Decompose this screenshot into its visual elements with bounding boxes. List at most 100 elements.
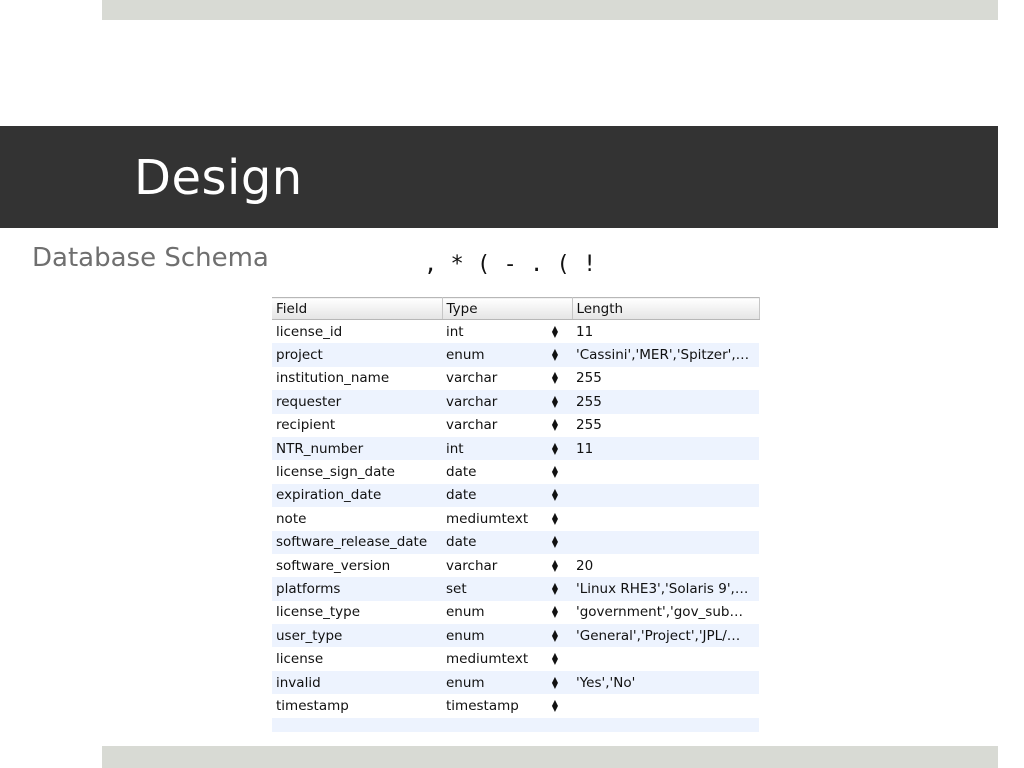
field-name-cell[interactable]: requester [272, 390, 442, 414]
field-name-cell[interactable]: recipient [272, 413, 442, 437]
type-stepper-cell[interactable]: ▲ ▼ [548, 507, 573, 531]
table-row[interactable]: user_type enum ▲ ▼ 'General','Project','JPL/… [272, 624, 760, 648]
type-stepper-cell[interactable]: ▲ ▼ [548, 553, 573, 578]
field-name-cell[interactable]: institution_name [272, 366, 442, 391]
up-down-arrows-icon[interactable]: ▲ ▼ [550, 652, 560, 666]
field-name-cell[interactable]: expiration_date [272, 483, 442, 508]
up-down-arrows-icon[interactable]: ▲ ▼ [550, 698, 560, 712]
table-row[interactable]: software_release_date date ▲ ▼ [272, 530, 760, 554]
field-length-cell[interactable] [572, 530, 760, 554]
field-name-cell[interactable]: software_release_date [272, 530, 442, 554]
table-row[interactable]: platforms set ▲ ▼ 'Linux RHE3','Solaris 9',… [272, 577, 760, 601]
table-row[interactable]: license mediumtext ▲ ▼ [272, 647, 760, 671]
up-down-arrows-icon[interactable]: ▲ ▼ [550, 581, 560, 595]
field-length-cell[interactable]: 'Linux RHE3','Solaris 9',… [572, 577, 760, 601]
field-length-cell[interactable]: 'Cassini','MER','Spitzer',… [572, 343, 760, 367]
type-stepper-cell[interactable]: ▲ ▼ [548, 390, 573, 414]
field-type-cell[interactable]: varchar [442, 390, 548, 414]
table-row[interactable]: license_sign_date date ▲ ▼ [272, 460, 760, 484]
field-type-cell[interactable]: enum [442, 670, 548, 695]
up-down-arrows-icon[interactable]: ▲ ▼ [550, 418, 560, 432]
field-length-cell[interactable]: 'Yes','No' [572, 670, 760, 695]
table-row[interactable]: requester varchar ▲ ▼ 255 [272, 390, 760, 414]
type-stepper-cell[interactable]: ▲ ▼ [548, 670, 573, 695]
up-down-arrows-icon[interactable]: ▲ ▼ [550, 628, 560, 642]
column-header-length[interactable]: Length [572, 297, 760, 320]
table-row[interactable]: timestamp timestamp ▲ ▼ [272, 694, 760, 718]
up-down-arrows-icon[interactable]: ▲ ▼ [550, 441, 560, 455]
field-length-cell[interactable]: 'General','Project','JPL/… [572, 624, 760, 648]
table-row[interactable]: note mediumtext ▲ ▼ [272, 507, 760, 531]
field-name-cell[interactable]: software_version [272, 553, 442, 578]
type-stepper-cell[interactable]: ▲ ▼ [548, 343, 573, 367]
up-down-arrows-icon[interactable]: ▲ ▼ [550, 511, 560, 525]
type-stepper-cell[interactable]: ▲ ▼ [548, 647, 573, 671]
up-down-arrows-icon[interactable]: ▲ ▼ [550, 371, 560, 385]
type-stepper-cell[interactable]: ▲ ▼ [548, 694, 573, 718]
type-stepper-cell[interactable]: ▲ ▼ [548, 319, 573, 344]
field-name-cell[interactable]: NTR_number [272, 436, 442, 461]
type-stepper-cell[interactable]: ▲ ▼ [548, 436, 573, 461]
field-name-cell[interactable]: note [272, 507, 442, 531]
field-length-cell[interactable]: 255 [572, 390, 760, 414]
type-stepper-cell[interactable]: ▲ ▼ [548, 366, 573, 391]
type-stepper-cell[interactable]: ▲ ▼ [548, 483, 573, 508]
field-type-cell[interactable]: int [442, 319, 548, 344]
field-length-cell[interactable] [572, 694, 760, 718]
up-down-arrows-icon[interactable]: ▲ ▼ [550, 465, 560, 479]
field-type-cell[interactable]: varchar [442, 553, 548, 578]
column-header-field[interactable]: Field [272, 297, 443, 320]
field-length-cell[interactable]: 20 [572, 553, 760, 578]
field-type-cell[interactable]: enum [442, 600, 548, 625]
field-type-cell[interactable]: set [442, 577, 548, 601]
table-row[interactable]: project enum ▲ ▼ 'Cassini','MER','Spitzer',… [272, 343, 760, 367]
field-length-cell[interactable] [572, 460, 760, 484]
field-length-cell[interactable]: 'government','gov_sub… [572, 600, 760, 625]
field-name-cell[interactable]: license_type [272, 600, 442, 625]
field-length-cell[interactable] [572, 647, 760, 671]
table-row[interactable]: recipient varchar ▲ ▼ 255 [272, 413, 760, 437]
field-name-cell[interactable]: project [272, 343, 442, 367]
field-name-cell[interactable]: timestamp [272, 694, 442, 718]
up-down-arrows-icon[interactable]: ▲ ▼ [550, 324, 560, 338]
table-row[interactable]: software_version varchar ▲ ▼ 20 [272, 553, 760, 578]
type-stepper-cell[interactable]: ▲ ▼ [548, 530, 573, 554]
field-name-cell[interactable]: platforms [272, 577, 442, 601]
up-down-arrows-icon[interactable]: ▲ ▼ [550, 535, 560, 549]
up-down-arrows-icon[interactable]: ▲ ▼ [550, 605, 560, 619]
field-type-cell[interactable]: varchar [442, 366, 548, 391]
field-length-cell[interactable]: 255 [572, 413, 760, 437]
field-length-cell[interactable]: 11 [572, 319, 760, 344]
field-type-cell[interactable]: int [442, 436, 548, 461]
field-type-cell[interactable]: enum [442, 343, 548, 367]
field-type-cell[interactable]: date [442, 460, 548, 484]
field-type-cell[interactable]: varchar [442, 413, 548, 437]
field-type-cell[interactable]: timestamp [442, 694, 548, 718]
field-name-cell[interactable]: license_id [272, 319, 442, 344]
up-down-arrows-icon[interactable]: ▲ ▼ [550, 675, 560, 689]
field-type-cell[interactable]: date [442, 530, 548, 554]
field-type-cell[interactable]: enum [442, 624, 548, 648]
field-type-cell[interactable]: mediumtext [442, 507, 548, 531]
type-stepper-cell[interactable]: ▲ ▼ [548, 624, 573, 648]
field-name-cell[interactable]: user_type [272, 624, 442, 648]
table-row[interactable]: institution_name varchar ▲ ▼ 255 [272, 366, 760, 391]
up-down-arrows-icon[interactable]: ▲ ▼ [550, 488, 560, 502]
field-type-cell[interactable]: date [442, 483, 548, 508]
field-length-cell[interactable]: 255 [572, 366, 760, 391]
table-row[interactable]: license_id int ▲ ▼ 11 [272, 319, 760, 344]
type-stepper-cell[interactable]: ▲ ▼ [548, 600, 573, 625]
table-row[interactable]: invalid enum ▲ ▼ 'Yes','No' [272, 670, 760, 695]
type-stepper-cell[interactable]: ▲ ▼ [548, 413, 573, 437]
field-length-cell[interactable] [572, 507, 760, 531]
table-row[interactable]: license_type enum ▲ ▼ 'government','gov_sub… [272, 600, 760, 625]
type-stepper-cell[interactable]: ▲ ▼ [548, 577, 573, 601]
field-length-cell[interactable] [572, 483, 760, 508]
up-down-arrows-icon[interactable]: ▲ ▼ [550, 558, 560, 572]
column-header-type[interactable]: Type [442, 297, 573, 320]
up-down-arrows-icon[interactable]: ▲ ▼ [550, 348, 560, 362]
table-row[interactable]: expiration_date date ▲ ▼ [272, 483, 760, 508]
type-stepper-cell[interactable]: ▲ ▼ [548, 460, 573, 484]
field-name-cell[interactable]: license [272, 647, 442, 671]
field-type-cell[interactable]: mediumtext [442, 647, 548, 671]
